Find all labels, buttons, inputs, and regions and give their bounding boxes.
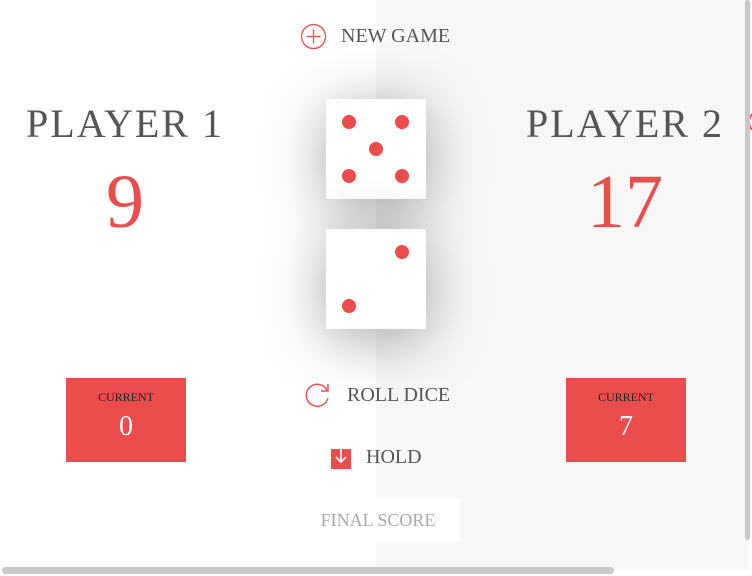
roll-dice-button[interactable]: ROLL DICE [303, 381, 450, 409]
horizontal-scrollbar[interactable] [2, 567, 614, 574]
dice-1 [326, 99, 426, 199]
vertical-scrollbar[interactable] [745, 0, 750, 540]
player-1-current-box: CURRENT 0 [66, 378, 186, 462]
final-score-input[interactable] [296, 498, 460, 542]
player-1-panel [0, 0, 376, 570]
dice-pip [369, 142, 383, 156]
player-2-current-box: CURRENT 7 [566, 378, 686, 462]
player-2-name: PLAYER 2 [526, 101, 724, 146]
player-2-current-label: CURRENT [597, 390, 654, 404]
player-2-panel [376, 0, 748, 570]
new-game-button[interactable]: NEW GAME [300, 23, 450, 50]
dice-pip [395, 245, 409, 259]
player-1-score: 9 [106, 160, 144, 244]
dice-pip [395, 169, 409, 183]
player-1-current-label: CURRENT [97, 390, 154, 404]
player-2-current-score: 7 [619, 411, 633, 442]
refresh-icon [303, 381, 333, 409]
new-game-label: NEW GAME [341, 25, 451, 47]
dice-2 [326, 229, 426, 329]
player-2-score: 17 [587, 160, 663, 244]
player-1-current-score: 0 [119, 411, 133, 442]
plus-circle-icon [300, 23, 327, 50]
roll-dice-label: ROLL DICE [347, 383, 451, 406]
player-1-name: PLAYER 1 [26, 101, 224, 146]
hold-button[interactable]: HOLD [330, 445, 422, 469]
download-icon [330, 445, 352, 469]
dice-pip [342, 115, 356, 129]
dice-pip [342, 169, 356, 183]
hold-label: HOLD [366, 445, 422, 468]
dice-pip [395, 115, 409, 129]
dice-pip [342, 299, 356, 313]
